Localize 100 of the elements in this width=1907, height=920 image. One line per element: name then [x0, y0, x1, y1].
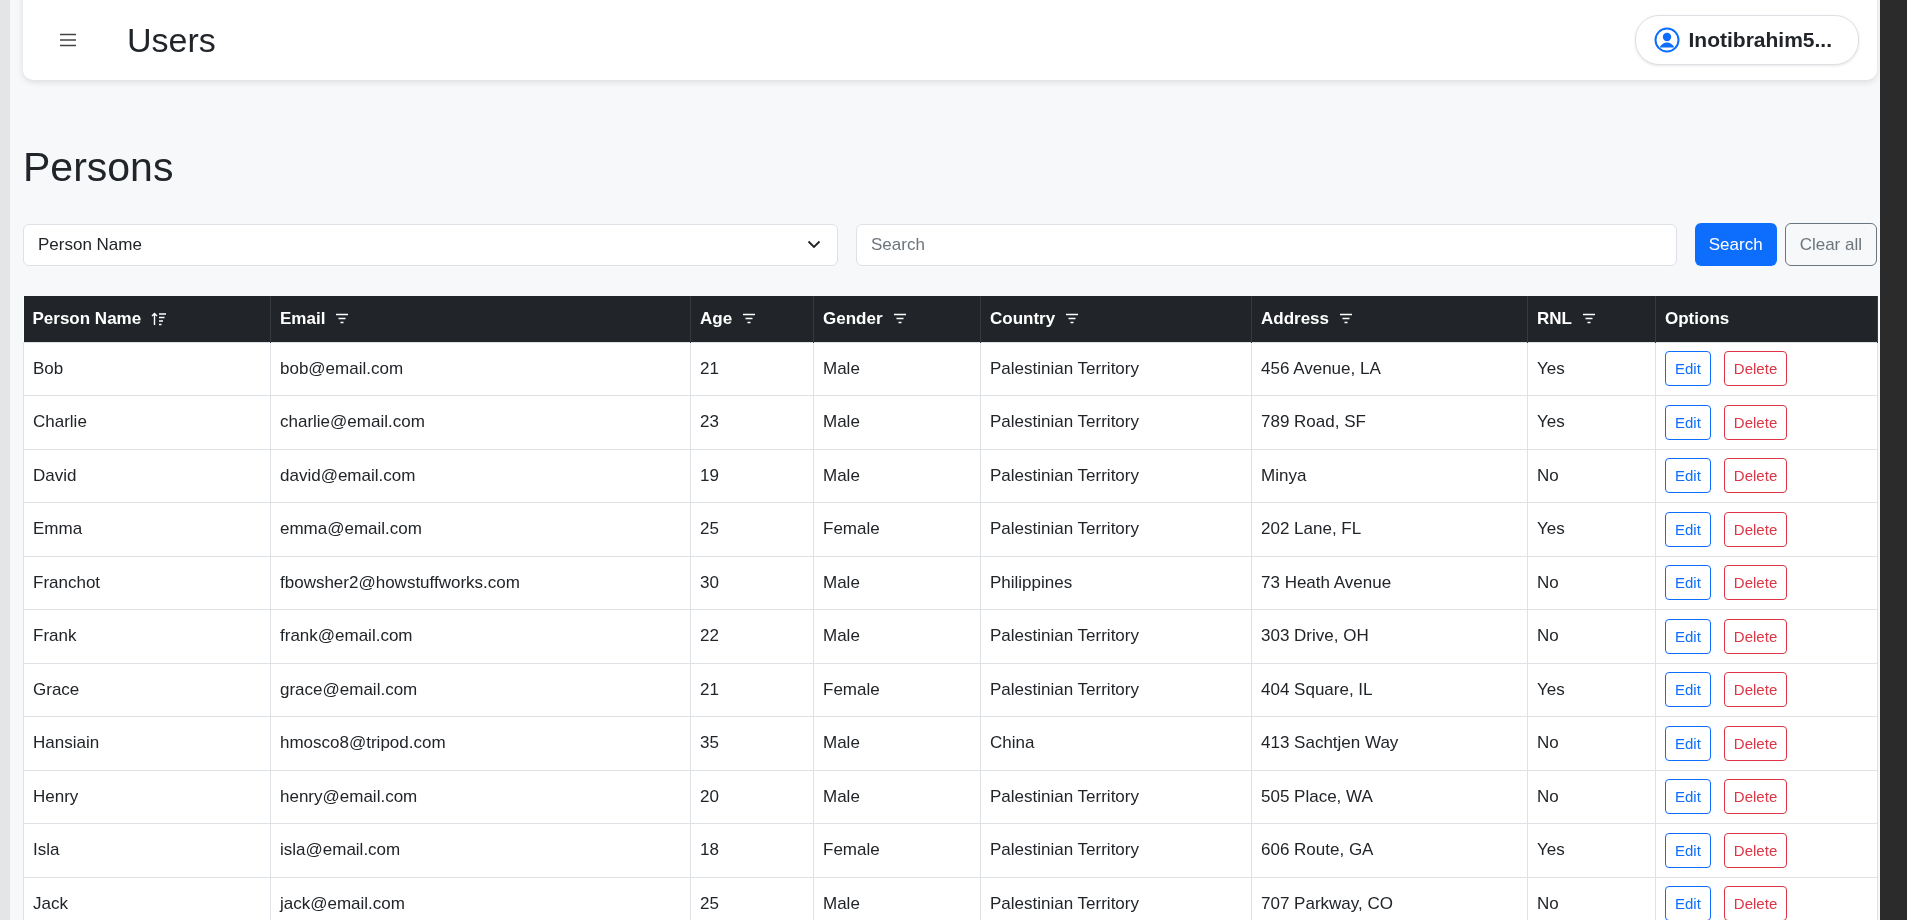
edit-button[interactable]: Edit: [1665, 565, 1711, 601]
edit-button[interactable]: Edit: [1665, 779, 1711, 815]
edit-button[interactable]: Edit: [1665, 832, 1711, 868]
table-cell: 413 Sachtjen Way: [1251, 716, 1528, 771]
table-cell: Jack: [23, 877, 271, 920]
table-cell: No: [1527, 716, 1656, 771]
chevron-down-icon: [807, 240, 821, 250]
table-cell: grace@email.com: [270, 663, 691, 717]
filter-icon: [1581, 313, 1596, 325]
edit-button[interactable]: Edit: [1665, 404, 1711, 440]
table-cell: Male: [813, 395, 981, 450]
table-cell: charlie@email.com: [270, 395, 691, 450]
delete-button[interactable]: Delete: [1723, 404, 1788, 440]
column-header[interactable]: Gender: [813, 296, 981, 343]
table-cell: hmosco8@tripod.com: [270, 716, 691, 771]
table-cell: Palestinian Territory: [980, 609, 1252, 664]
table-cell: Male: [813, 716, 981, 771]
table-cell: Yes: [1527, 823, 1656, 878]
clear-all-button[interactable]: Clear all: [1784, 223, 1877, 267]
table-cell: Male: [813, 449, 981, 503]
table-cell: David: [23, 449, 271, 503]
table-cell: Female: [813, 663, 981, 717]
table-cell: 789 Road, SF: [1251, 395, 1528, 450]
table-cell: 18: [690, 823, 814, 878]
page-header-title: Users: [127, 20, 216, 60]
column-header: Options: [1655, 296, 1878, 343]
filter-icon: [335, 313, 350, 325]
delete-button[interactable]: Delete: [1723, 672, 1788, 708]
table-cell: Palestinian Territory: [980, 823, 1252, 878]
table-cell: david@email.com: [270, 449, 691, 503]
column-header[interactable]: Person Name: [23, 296, 271, 343]
table-cell: Male: [813, 609, 981, 664]
column-header[interactable]: Age: [690, 296, 814, 343]
table-cell: 30: [690, 556, 814, 610]
menu-icon[interactable]: [59, 33, 77, 47]
scrollbar[interactable]: [1880, 0, 1907, 920]
table-cell: 456 Avenue, LA: [1251, 342, 1528, 396]
edit-button[interactable]: Edit: [1665, 511, 1711, 547]
table-cell: No: [1527, 609, 1656, 664]
column-header[interactable]: RNL: [1527, 296, 1656, 343]
table-cell: No: [1527, 449, 1656, 503]
filter-icon: [742, 313, 757, 325]
delete-button[interactable]: Delete: [1723, 886, 1788, 920]
table-cell: frank@email.com: [270, 609, 691, 664]
table-cell: Bob: [23, 342, 271, 396]
table-cell: Frank: [23, 609, 271, 664]
user-menu-button[interactable]: Inotibrahim5...: [1635, 15, 1859, 65]
filter-icon: [1065, 313, 1080, 325]
table-cell: China: [980, 716, 1252, 771]
edit-button[interactable]: Edit: [1665, 618, 1711, 654]
column-header[interactable]: Address: [1251, 296, 1528, 343]
table-cell: Palestinian Territory: [980, 395, 1252, 450]
edit-button[interactable]: Edit: [1665, 672, 1711, 708]
edit-button[interactable]: Edit: [1665, 458, 1711, 494]
table-cell: Hansiain: [23, 716, 271, 771]
delete-button[interactable]: Delete: [1723, 725, 1788, 761]
search-button[interactable]: Search: [1694, 223, 1777, 267]
table-cell: Palestinian Territory: [980, 663, 1252, 717]
table-cell: henry@email.com: [270, 770, 691, 824]
table-cell: No: [1527, 770, 1656, 824]
table-cell: Male: [813, 342, 981, 396]
table-cell: 21: [690, 663, 814, 717]
table-cell: emma@email.com: [270, 502, 691, 557]
delete-button[interactable]: Delete: [1723, 618, 1788, 654]
delete-button[interactable]: Delete: [1723, 565, 1788, 601]
table-cell: 303 Drive, OH: [1251, 609, 1528, 664]
table-cell: Minya: [1251, 449, 1528, 503]
column-header[interactable]: Country: [980, 296, 1252, 343]
delete-button[interactable]: Delete: [1723, 832, 1788, 868]
table-cell: Henry: [23, 770, 271, 824]
table-cell: Yes: [1527, 663, 1656, 717]
table-cell: Palestinian Territory: [980, 342, 1252, 396]
table-cell: Franchot: [23, 556, 271, 610]
delete-button[interactable]: Delete: [1723, 511, 1788, 547]
delete-button[interactable]: Delete: [1723, 458, 1788, 494]
table-cell: Yes: [1527, 395, 1656, 450]
table-cell: isla@email.com: [270, 823, 691, 878]
table-cell: Female: [813, 823, 981, 878]
table-cell: Philippines: [980, 556, 1252, 610]
table-cell: 20: [690, 770, 814, 824]
delete-button[interactable]: Delete: [1723, 351, 1788, 387]
delete-button[interactable]: Delete: [1723, 779, 1788, 815]
table-cell: Grace: [23, 663, 271, 717]
user-avatar-icon: [1654, 27, 1681, 53]
column-header[interactable]: Email: [270, 296, 691, 343]
sort-ascending-icon: [151, 311, 168, 326]
table-cell: 19: [690, 449, 814, 503]
table-cell: Female: [813, 502, 981, 557]
edit-button[interactable]: Edit: [1665, 351, 1711, 387]
table-cell: Charlie: [23, 395, 271, 450]
search-field[interactable]: Search: [856, 223, 1677, 266]
edit-button[interactable]: Edit: [1665, 886, 1711, 920]
table-cell: Palestinian Territory: [980, 770, 1252, 824]
table-cell: bob@email.com: [270, 342, 691, 396]
table-cell: 35: [690, 716, 814, 771]
field-select[interactable]: Person Name: [23, 223, 838, 266]
table-cell: Palestinian Territory: [980, 502, 1252, 557]
edit-button[interactable]: Edit: [1665, 725, 1711, 761]
table-cell: fbowsher2@howstuffworks.com: [270, 556, 691, 610]
table-cell: 202 Lane, FL: [1251, 502, 1528, 557]
